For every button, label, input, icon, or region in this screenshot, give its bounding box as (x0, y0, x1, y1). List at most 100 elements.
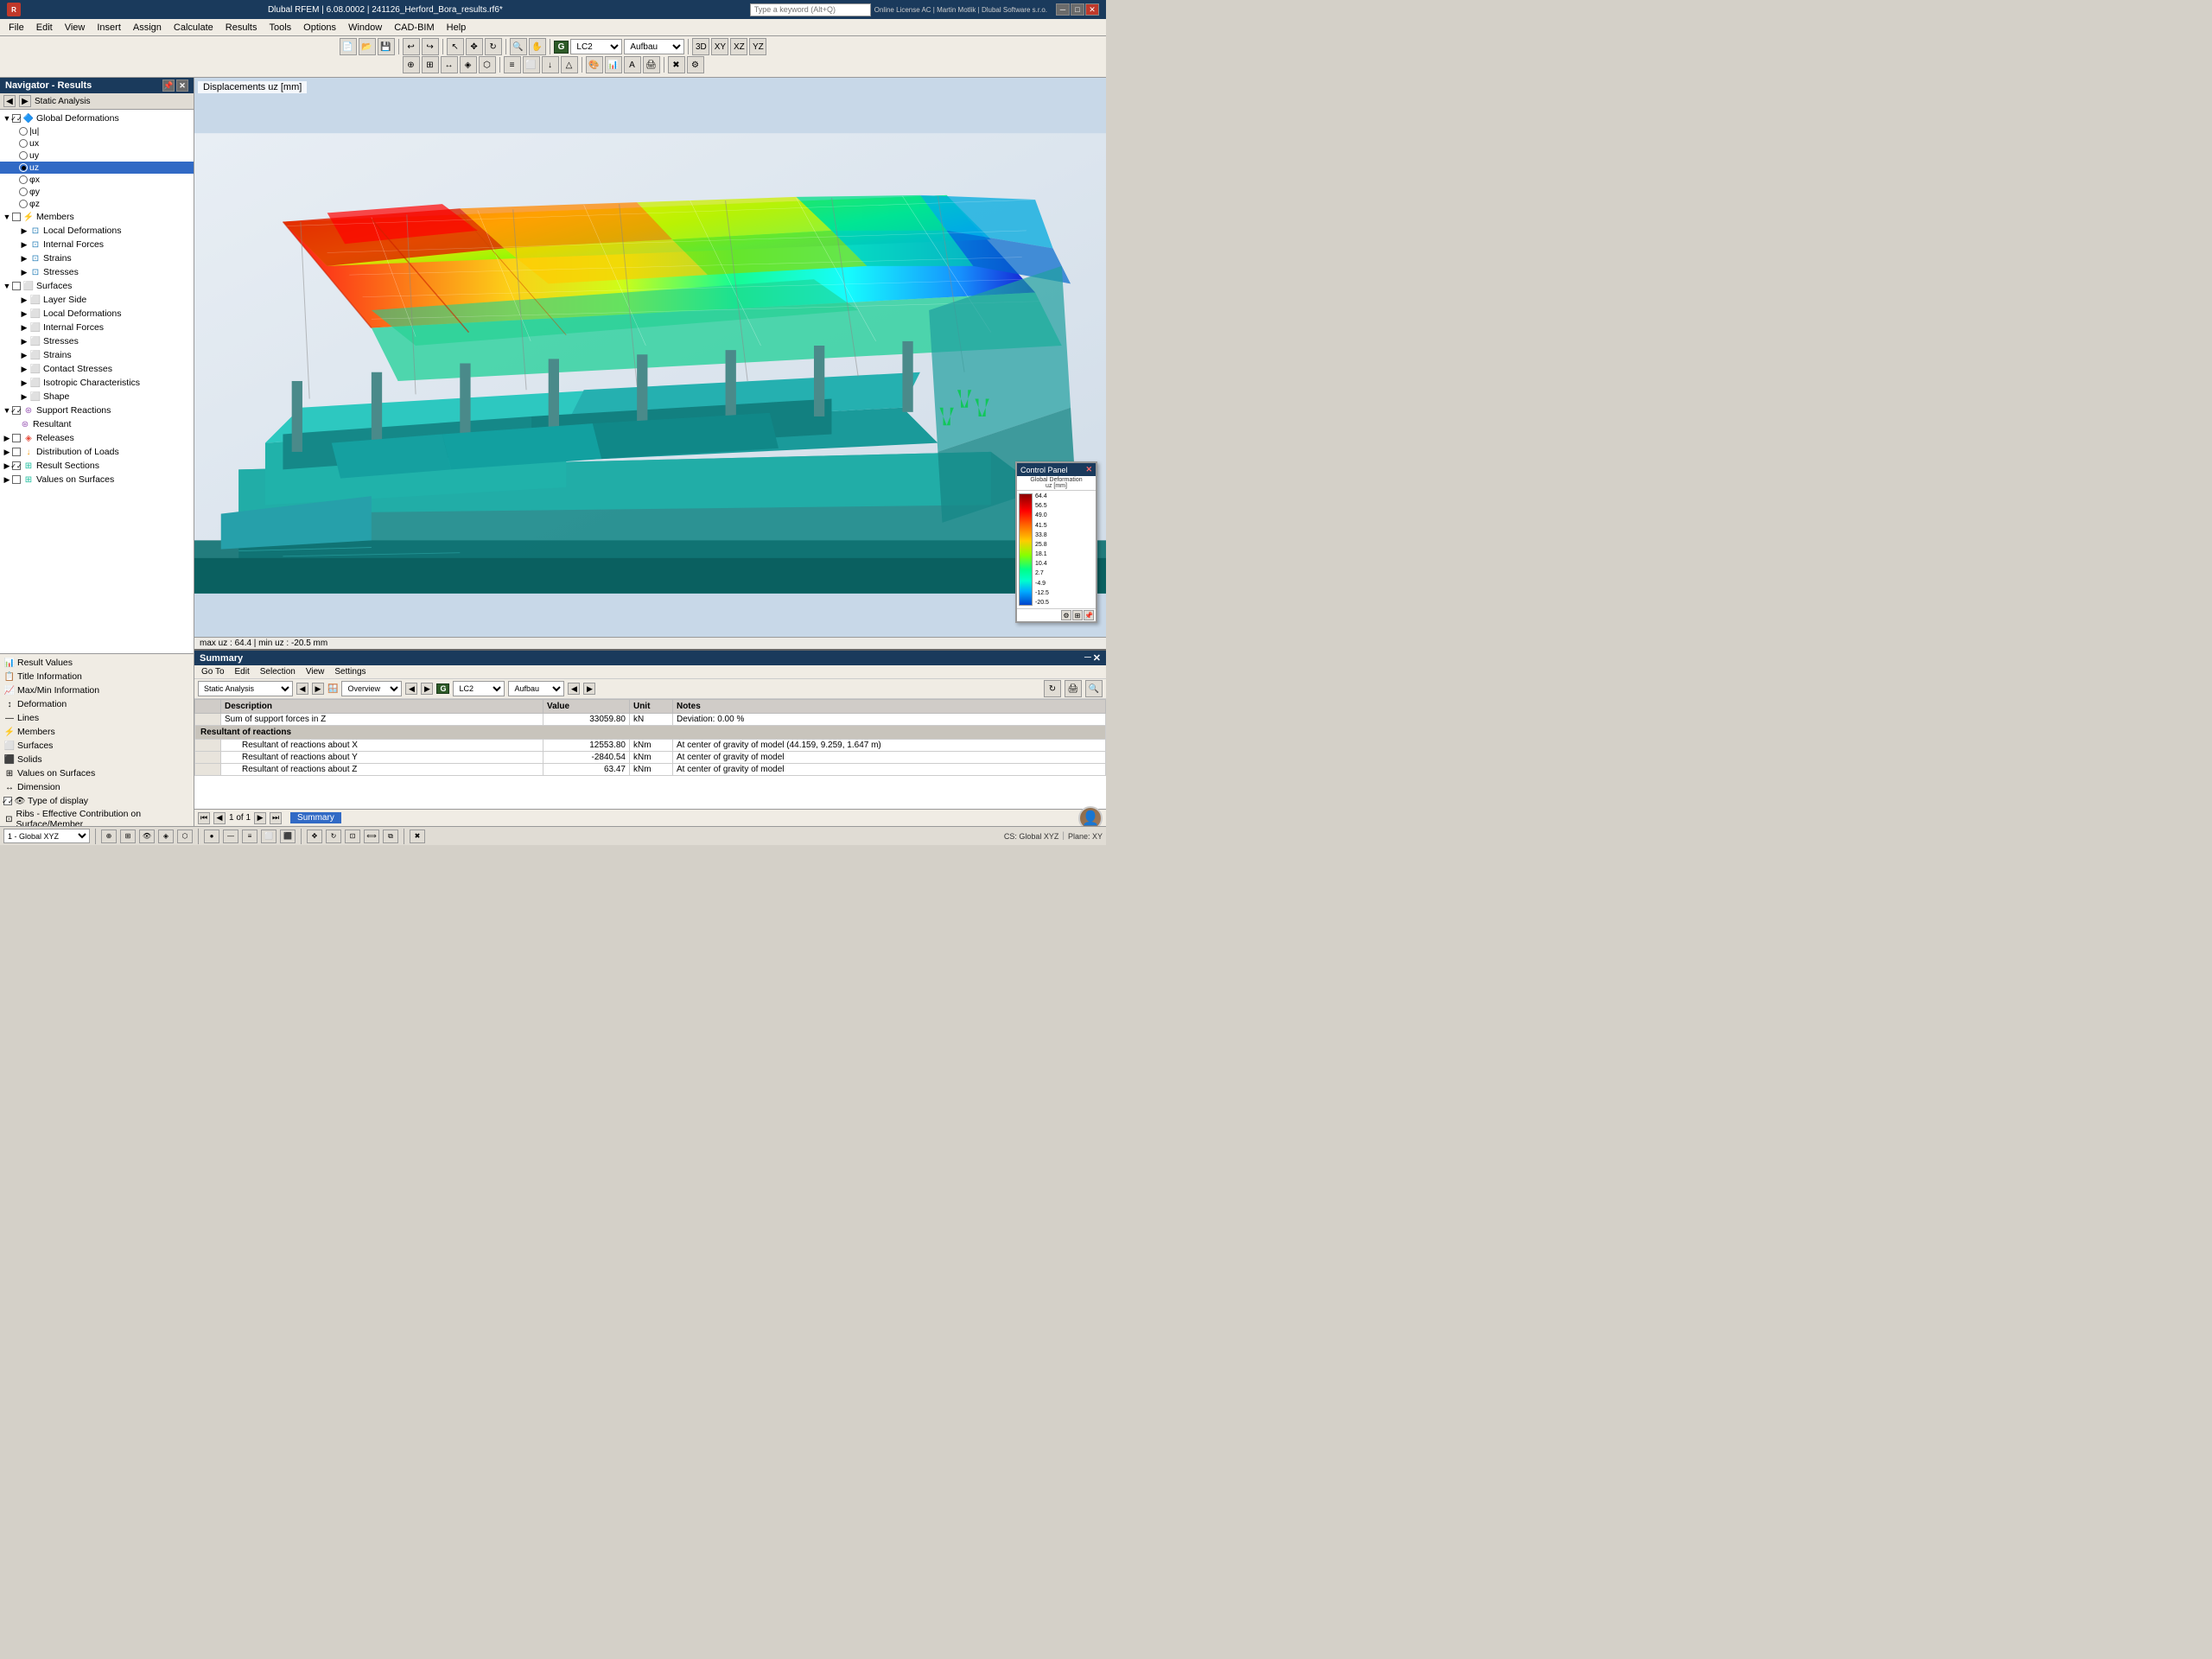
snap-btn[interactable]: ⊕ (403, 56, 420, 73)
select-btn[interactable]: ↖ (447, 38, 464, 55)
coordinate-system-dropdown[interactable]: 1 - Global XYZ (3, 829, 90, 843)
close-button[interactable]: ✕ (1085, 3, 1099, 16)
check-result-sections[interactable]: ✓ (12, 461, 21, 470)
new-btn[interactable]: 📄 (340, 38, 357, 55)
expand-stresses-surf[interactable]: ▶ (19, 336, 29, 346)
tree-resultant[interactable]: ⊛ Resultant (0, 417, 194, 431)
expand-members[interactable]: ▼ (2, 212, 12, 222)
expand-strains-surf[interactable]: ▶ (19, 350, 29, 360)
tree-phix[interactable]: φx (0, 174, 194, 186)
nb-surfaces[interactable]: ⬜ Surfaces (2, 739, 192, 753)
sum-lc-dropdown[interactable]: LC2 (453, 681, 505, 696)
summary-analysis-dropdown[interactable]: Static Analysis (198, 681, 293, 696)
tree-contact-stresses[interactable]: ▶ ⬜ Contact Stresses (0, 362, 194, 376)
menu-window[interactable]: Window (343, 22, 387, 34)
view3d-btn[interactable]: 3D (692, 38, 709, 55)
bt-surface[interactable]: ⬜ (261, 830, 276, 843)
tree-layer-side[interactable]: ▶ ⬜ Layer Side (0, 293, 194, 307)
page-prev-btn[interactable]: ◀ (213, 812, 226, 824)
bt-solid[interactable]: ⬛ (280, 830, 296, 843)
show-surf-btn[interactable]: ⬜ (523, 56, 540, 73)
tree-surfaces[interactable]: ▼ ⬜ Surfaces (0, 279, 194, 293)
summary-menu-goto[interactable]: Go To (198, 666, 228, 677)
menu-file[interactable]: File (3, 22, 29, 34)
expand-releases[interactable]: ▶ (2, 433, 12, 443)
minimize-button[interactable]: ─ (1056, 3, 1070, 16)
tree-strains-surf[interactable]: ▶ ⬜ Strains (0, 348, 194, 362)
expand-strains-mem[interactable]: ▶ (19, 253, 29, 264)
viewport[interactable]: Displacements uz [mm] (194, 78, 1106, 649)
expand-local-def[interactable]: ▶ (19, 226, 29, 236)
nav-next-btn[interactable]: ▶ (19, 95, 31, 107)
expand-int-forces-surf[interactable]: ▶ (19, 322, 29, 333)
rotate-btn[interactable]: ↻ (485, 38, 502, 55)
menu-results[interactable]: Results (220, 22, 263, 34)
radio-phiy[interactable] (19, 188, 28, 196)
nb-values-surf[interactable]: ⊞ Values on Surfaces (2, 766, 192, 780)
delete-btn[interactable]: ✖ (668, 56, 685, 73)
summary-row-rx[interactable]: Resultant of reactions about X 12553.80 … (195, 740, 1106, 752)
bt-member[interactable]: ≡ (242, 830, 257, 843)
sum-lc-prev-btn[interactable]: ◀ (568, 683, 580, 695)
menu-tools[interactable]: Tools (264, 22, 296, 34)
view-xz-btn[interactable]: XZ (730, 38, 747, 55)
nb-ribs[interactable]: ⊡ Ribs - Effective Contribution on Surfa… (2, 808, 192, 826)
sum-view-prev-btn[interactable]: ◀ (405, 683, 417, 695)
summary-menu-settings[interactable]: Settings (331, 666, 369, 677)
sum-lc-name-dropdown[interactable]: Aufbau (508, 681, 564, 696)
show-support-btn[interactable]: △ (561, 56, 578, 73)
move-btn[interactable]: ✥ (466, 38, 483, 55)
radio-phiz[interactable] (19, 200, 28, 208)
tree-global-deformations[interactable]: ▼ ✓ 🔷 Global Deformations (0, 111, 194, 125)
check-surfaces[interactable] (12, 282, 21, 290)
nb-type-display[interactable]: ✓ 👁 Type of display (2, 794, 192, 808)
summary-row-rz[interactable]: Resultant of reactions about Z 63.47 kNm… (195, 764, 1106, 776)
check-type-display[interactable]: ✓ (3, 797, 12, 805)
expand-layer-side[interactable]: ▶ (19, 295, 29, 305)
wire-btn[interactable]: ⬡ (479, 56, 496, 73)
nb-solids[interactable]: ⬛ Solids (2, 753, 192, 766)
lc-dropdown[interactable]: LC2 (570, 39, 622, 54)
radio-uz[interactable] (19, 163, 28, 172)
settings-btn[interactable]: ⚙ (687, 56, 704, 73)
sum-print-btn[interactable]: 🖨 (1065, 680, 1082, 697)
radio-uy[interactable] (19, 151, 28, 160)
nav-close-btn[interactable]: ✕ (176, 79, 188, 92)
tree-uz[interactable]: uz (0, 162, 194, 174)
expand-int-forces[interactable]: ▶ (19, 239, 29, 250)
sum-refresh-btn[interactable]: ↻ (1044, 680, 1061, 697)
tree-support-reactions[interactable]: ▼ ✓ ⊛ Support Reactions (0, 404, 194, 417)
legend-btn[interactable]: 📊 (605, 56, 622, 73)
render-btn[interactable]: ◈ (460, 56, 477, 73)
bt-grid1[interactable]: ⊞ (120, 830, 136, 843)
tree-values-surfaces[interactable]: ▶ ⊞ Values on Surfaces (0, 473, 194, 486)
tree-isotropic[interactable]: ▶ ⬜ Isotropic Characteristics (0, 376, 194, 390)
nb-title-info[interactable]: 📋 Title Information (2, 670, 192, 683)
lc-name-dropdown[interactable]: Aufbau (624, 39, 684, 54)
nb-maxmin[interactable]: 📈 Max/Min Information (2, 683, 192, 697)
bt-snap1[interactable]: ⊕ (101, 830, 117, 843)
tree-local-def-surf[interactable]: ▶ ⬜ Local Deformations (0, 307, 194, 321)
tree-phiy[interactable]: φy (0, 186, 194, 198)
annotation-btn[interactable]: A (624, 56, 641, 73)
cp-close-btn[interactable]: ✕ (1085, 465, 1092, 474)
nav-prev-btn[interactable]: ◀ (3, 95, 16, 107)
menu-calculate[interactable]: Calculate (168, 22, 219, 34)
tree-shape[interactable]: ▶ ⬜ Shape (0, 390, 194, 404)
summary-menu-edit[interactable]: Edit (232, 666, 253, 677)
radio-u-abs[interactable] (19, 127, 28, 136)
menu-edit[interactable]: Edit (31, 22, 58, 34)
cp-pin-btn[interactable]: 📌 (1084, 610, 1094, 620)
tree-phiz[interactable]: φz (0, 198, 194, 210)
tree-int-forces-surf[interactable]: ▶ ⬜ Internal Forces (0, 321, 194, 334)
sum-prev-btn[interactable]: ◀ (296, 683, 308, 695)
tree-members[interactable]: ▼ ⚡ Members (0, 210, 194, 224)
bt-move[interactable]: ✥ (307, 830, 322, 843)
grid-btn[interactable]: ⊞ (422, 56, 439, 73)
menu-assign[interactable]: Assign (128, 22, 167, 34)
view-yz-btn[interactable]: YZ (749, 38, 766, 55)
redo-btn[interactable]: ↪ (422, 38, 439, 55)
open-btn[interactable]: 📂 (359, 38, 376, 55)
menu-options[interactable]: Options (298, 22, 341, 34)
nav-pin-btn[interactable]: 📌 (162, 79, 175, 92)
